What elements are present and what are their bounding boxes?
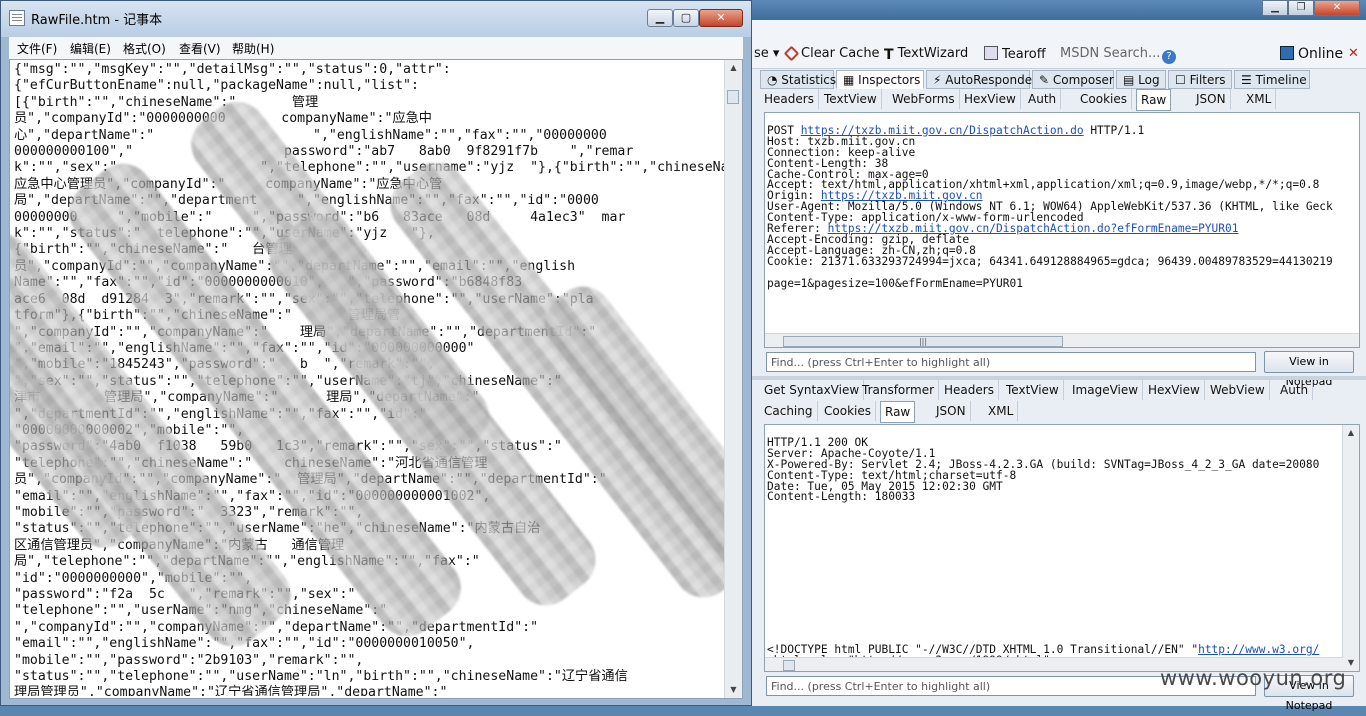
response-tab-caching[interactable]: Caching [760, 401, 818, 421]
notepad-title: RawFile.htm - 记事本 [31, 13, 163, 28]
watermark-text: www.wooyun.org [1160, 666, 1347, 690]
fiddler-toolbar: se ▾ Clear Cache T TextWizard Tearoff MSD… [752, 40, 1366, 69]
toolbar-close-icon[interactable]: ✕ [1348, 46, 1359, 61]
request-view-in-notepad-button[interactable]: View in Notepad [1264, 351, 1354, 388]
close-button[interactable]: ✕ [699, 9, 743, 27]
autoresponder-icon: ⚡ [933, 73, 946, 87]
request-hscroll-thumb[interactable]: ||| [783, 336, 1063, 347]
response-scroll-up-icon[interactable]: ▲ [1343, 425, 1359, 441]
request-headers: Host: txzb.miit.gov.cn Connection: keep-… [767, 134, 1320, 192]
notepad-titlebar[interactable]: RawFile.htm - 记事本 ▁ ▢ ✕ [1, 1, 751, 37]
notepad-menubar: 文件(F) 编辑(E) 格式(O) 查看(V) 帮助(H) [9, 37, 743, 60]
request-headers-2: User-Agent: Mozilla/5.0 (Windows NT 6.1;… [767, 200, 1333, 225]
tab-autoresponder[interactable]: ⚡ AutoResponder [926, 70, 1037, 89]
minimize-button[interactable]: ▁ [647, 9, 673, 27]
log-icon: ▤ [1123, 73, 1139, 87]
clear-cache-icon [783, 45, 800, 62]
request-tab-cookies[interactable]: Cookies [1076, 89, 1132, 109]
response-vertical-scrollbar[interactable]: ▲ ▼ [1342, 425, 1359, 671]
menu-edit[interactable]: 编辑(E) [70, 40, 111, 57]
timeline-icon: ☰ [1241, 73, 1256, 87]
request-headers-3: Accept-Encoding: gzip, deflate Accept-La… [767, 232, 1333, 268]
response-tab-json[interactable]: JSON [932, 401, 971, 421]
request-raw-text: POST https://txzb.miit.gov.cn/DispatchAc… [767, 115, 1333, 300]
tearoff-icon [984, 46, 998, 60]
request-version: HTTP/1.1 [1083, 123, 1145, 137]
response-hscroll-thumb[interactable] [783, 660, 795, 671]
inspectors-icon: ▦ [843, 73, 859, 87]
notepad-vertical-scrollbar[interactable]: ▲ ▼ [724, 60, 742, 698]
tearoff-button[interactable]: Tearoff [984, 46, 1046, 62]
response-subtab-strip: Get SyntaxView Transformer Headers TextV… [760, 380, 1358, 424]
tab-inspectors[interactable]: ▦ Inspectors [836, 70, 924, 89]
scroll-up-arrow-icon[interactable]: ▲ [725, 60, 742, 76]
response-tab-headers[interactable]: Headers [940, 380, 999, 400]
request-tab-xml[interactable]: XML [1242, 89, 1277, 109]
tab-filters[interactable]: ☐ Filters [1168, 70, 1232, 89]
request-find-input[interactable]: Find... (press Ctrl+Enter to highlight a… [766, 352, 1256, 372]
fiddler-titlebar[interactable]: ▁ ❐ ✕ [752, 0, 1366, 20]
request-tab-json[interactable]: JSON [1192, 89, 1231, 109]
request-tab-webforms[interactable]: WebForms [888, 89, 960, 109]
clear-cache-button[interactable]: Clear Cache [783, 45, 880, 62]
response-tab-raw[interactable]: Raw [880, 401, 916, 423]
request-tab-headers[interactable]: Headers [760, 89, 819, 109]
menu-view[interactable]: 查看(V) [179, 40, 221, 57]
menu-help[interactable]: 帮助(H) [232, 40, 274, 57]
tab-statistics[interactable]: ◔ Statistics [760, 70, 836, 89]
notepad-window: RawFile.htm - 记事本 ▁ ▢ ✕ 文件(F) 编辑(E) 格式(O… [0, 0, 752, 706]
response-tab-imageview[interactable]: ImageView [1068, 380, 1144, 400]
textwizard-icon: T [884, 47, 894, 63]
scroll-thumb[interactable] [727, 90, 739, 104]
fiddler-close-button[interactable]: ✕ [1314, 0, 1360, 16]
response-tab-auth[interactable]: Auth [1276, 380, 1314, 400]
filters-icon: ☐ [1175, 73, 1190, 87]
fiddler-minimize-button[interactable]: ▁ [1262, 0, 1288, 16]
request-tab-raw[interactable]: Raw [1136, 89, 1172, 111]
request-body: page=1&pagesize=100&efFormEname=PYUR01 [767, 276, 1023, 290]
toolbar-partial-button[interactable]: se ▾ [754, 46, 779, 61]
request-horizontal-scrollbar[interactable]: ||| [765, 333, 1359, 347]
main-tab-strip: ◔ Statistics ▦ Inspectors ⚡ AutoResponde… [760, 68, 1360, 90]
menu-format[interactable]: 格式(O) [123, 40, 166, 57]
request-raw-pane[interactable]: POST https://txzb.miit.gov.cn/DispatchAc… [764, 112, 1360, 348]
response-tab-cookies[interactable]: Cookies [820, 401, 876, 421]
maximize-button[interactable]: ▢ [673, 9, 699, 27]
request-tab-hexview[interactable]: HexView [960, 89, 1021, 109]
menu-file[interactable]: 文件(F) [17, 40, 57, 57]
statistics-icon: ◔ [767, 73, 782, 87]
textwizard-button[interactable]: T TextWizard [884, 46, 968, 63]
notepad-text-area[interactable]: {"msg":"","msgKey":"","detailMsg":"","st… [9, 59, 743, 699]
request-tab-textview[interactable]: TextView [820, 89, 882, 109]
response-tab-hexview[interactable]: HexView [1144, 380, 1205, 400]
fiddler-window: ▁ ❐ ✕ se ▾ Clear Cache T TextWizard Tearo… [752, 0, 1366, 712]
tab-timeline[interactable]: ☰ Timeline [1234, 70, 1310, 89]
response-tab-textview[interactable]: TextView [1002, 380, 1064, 400]
fiddler-menubar [752, 20, 1366, 40]
tab-log[interactable]: ▤ Log [1116, 70, 1166, 89]
doctype-url-link[interactable]: http://www.w3.org/ [1198, 643, 1319, 656]
scroll-down-arrow-icon[interactable]: ▼ [725, 682, 742, 698]
request-tab-auth[interactable]: Auth [1024, 89, 1062, 109]
notepad-app-icon [9, 10, 25, 26]
request-subtab-strip: Headers TextView WebForms HexView Auth C… [760, 89, 1358, 111]
response-tab-transformer[interactable]: Transformer [858, 380, 940, 400]
composer-icon: ✎ [1039, 73, 1053, 87]
response-tab-syntaxview[interactable]: Get SyntaxView [760, 380, 865, 400]
online-icon [1280, 46, 1294, 60]
fiddler-restore-button[interactable]: ❐ [1288, 0, 1314, 16]
response-tab-webview[interactable]: WebView [1206, 380, 1270, 400]
msdn-search-box[interactable]: MSDN Search... [1060, 46, 1160, 61]
help-icon[interactable]: ? [1162, 46, 1180, 64]
online-indicator[interactable]: Online [1280, 46, 1343, 62]
response-headers: HTTP/1.1 200 OK Server: Apache-Coyote/1.… [767, 435, 1320, 504]
response-raw-pane[interactable]: HTTP/1.1 200 OK Server: Apache-Coyote/1.… [764, 424, 1360, 672]
response-tab-xml[interactable]: XML [984, 401, 1019, 421]
response-raw-text: HTTP/1.1 200 OK Server: Apache-Coyote/1.… [767, 427, 1320, 671]
tab-composer[interactable]: ✎ Composer [1032, 70, 1114, 89]
